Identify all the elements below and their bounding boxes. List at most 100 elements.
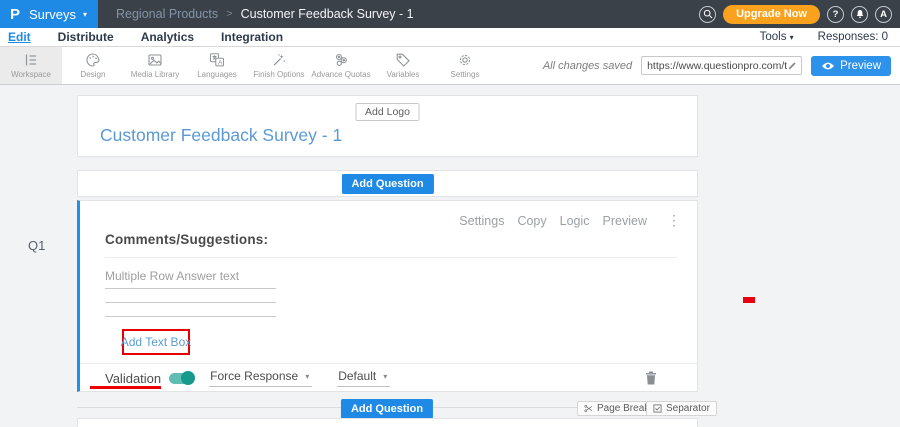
survey-title[interactable]: Customer Feedback Survey - 1 [100, 125, 342, 146]
questionpro-logo-icon: P [10, 7, 20, 22]
workspace-list-icon [23, 52, 39, 68]
validation-toggle[interactable] [169, 373, 194, 384]
palette-icon [85, 52, 101, 68]
question-text-underline [105, 257, 677, 258]
page-break-label: Page Break [597, 403, 649, 414]
breadcrumb: Regional Products > Customer Feedback Su… [116, 7, 414, 21]
separator-button[interactable]: Separator [646, 401, 717, 416]
toolbar-item-languages[interactable]: A Languages [186, 47, 248, 84]
magic-wand-icon [271, 52, 287, 68]
add-question-strip: Add Question [77, 170, 698, 197]
toolbar-item-label: Design [81, 70, 106, 79]
breadcrumb-folder[interactable]: Regional Products [116, 7, 218, 21]
question-copy-link[interactable]: Copy [517, 214, 546, 228]
force-response-value: Force Response [210, 369, 298, 383]
add-logo-button[interactable]: Add Logo [355, 103, 420, 121]
bell-icon [855, 9, 865, 19]
scissors-icon [584, 404, 593, 413]
toolbar-item-advance-quotas[interactable]: Advance Quotas [310, 47, 372, 84]
answer-row-line [105, 302, 276, 303]
toolbar-item-label: Settings [451, 70, 480, 79]
add-question-button-bottom[interactable]: Add Question [341, 399, 433, 419]
separator-label: Separator [666, 403, 710, 414]
translate-icon: A [209, 52, 225, 68]
toolbar-item-design[interactable]: Design [62, 47, 124, 84]
toolbar-item-media-library[interactable]: Media Library [124, 47, 186, 84]
toolbar-item-label: Workspace [11, 70, 51, 79]
add-text-box-link[interactable]: Add Text Box [121, 335, 192, 349]
annotation-red-underline [90, 386, 161, 389]
breadcrumb-separator-icon: > [226, 8, 232, 20]
question-logic-link[interactable]: Logic [560, 214, 590, 228]
survey-url-box [641, 56, 802, 75]
preview-label: Preview [840, 60, 881, 72]
chevron-down-icon: ▾ [790, 33, 794, 42]
validation-label: Validation [105, 371, 161, 386]
topbar-actions: Upgrade Now ? A [699, 5, 900, 24]
tools-label: Tools [760, 31, 787, 43]
image-icon [147, 52, 163, 68]
surveys-menu-label: Surveys [29, 7, 76, 22]
tab-analytics[interactable]: Analytics [141, 30, 194, 44]
quotas-gears-icon [333, 52, 349, 68]
search-button[interactable] [699, 6, 716, 23]
toolbar-item-settings[interactable]: Settings [434, 47, 496, 84]
svg-text:A: A [218, 59, 223, 66]
preview-button[interactable]: Preview [811, 56, 891, 76]
annotation-red-rectangle: Add Text Box [122, 329, 190, 355]
delete-question-button[interactable] [645, 371, 657, 388]
app-switcher[interactable]: P Surveys ▾ [0, 0, 98, 28]
upgrade-now-button[interactable]: Upgrade Now [723, 5, 820, 24]
question-footer-row: Validation Force Response ▾ Default ▾ [80, 364, 697, 392]
toggle-knob-icon [181, 371, 195, 385]
toolbar-item-workspace[interactable]: Workspace [0, 47, 62, 84]
chevron-down-icon: ▾ [383, 372, 387, 381]
question-card: Settings Copy Logic Preview ⋮ Comments/S… [77, 200, 698, 392]
toolbar-item-label: Advance Quotas [311, 70, 370, 79]
annotation-red-dash [743, 297, 755, 303]
toolbar-right: All changes saved Preview [543, 47, 900, 84]
add-question-button-top[interactable]: Add Question [341, 174, 433, 194]
toolbar-item-finish-options[interactable]: Finish Options [248, 47, 310, 84]
eye-icon [821, 61, 835, 71]
checkbox-checked-icon [653, 404, 662, 413]
tools-menu[interactable]: Tools ▾ [760, 31, 794, 43]
question-action-menu: Settings Copy Logic Preview ⋮ [459, 212, 681, 229]
default-validation-select[interactable]: Default ▾ [337, 369, 390, 387]
primary-nav: Edit Distribute Analytics Integration To… [0, 28, 900, 47]
answer-row-line [105, 288, 276, 289]
toolbar-item-label: Finish Options [253, 70, 304, 79]
multirow-answer-placeholder[interactable]: Multiple Row Answer text [105, 269, 239, 283]
question-settings-link[interactable]: Settings [459, 214, 504, 228]
nav-right: Tools ▾ Responses: 0 [760, 31, 900, 43]
notifications-button[interactable] [851, 6, 868, 23]
page-break-button[interactable]: Page Break [577, 401, 656, 416]
toolbar-item-variables[interactable]: Variables [372, 47, 434, 84]
tag-icon [395, 52, 411, 68]
pencil-edit-icon[interactable] [787, 61, 797, 71]
question-preview-link[interactable]: Preview [603, 214, 647, 228]
more-options-icon[interactable]: ⋮ [667, 212, 681, 229]
save-status: All changes saved [543, 60, 632, 72]
breadcrumb-survey-name: Customer Feedback Survey - 1 [241, 7, 414, 21]
default-value: Default [338, 369, 376, 383]
question-text[interactable]: Comments/Suggestions: [105, 232, 268, 247]
force-response-select[interactable]: Force Response ▾ [209, 369, 312, 387]
help-button[interactable]: ? [827, 6, 844, 23]
tab-distribute[interactable]: Distribute [58, 30, 114, 44]
tab-edit[interactable]: Edit [8, 30, 31, 44]
search-icon [703, 9, 713, 19]
survey-canvas: Add Logo Customer Feedback Survey - 1 Ad… [0, 85, 900, 425]
chevron-down-icon: ▾ [305, 372, 309, 381]
toolbar-item-label: Media Library [131, 70, 179, 79]
chevron-down-icon: ▾ [83, 10, 87, 19]
next-section-card-edge [77, 418, 698, 427]
answer-row-line [105, 316, 276, 317]
toolbar-item-label: Languages [197, 70, 237, 79]
trash-icon [645, 371, 657, 385]
account-avatar[interactable]: A [875, 6, 892, 23]
tab-integration[interactable]: Integration [221, 30, 283, 44]
survey-url-input[interactable] [647, 60, 787, 72]
edit-toolbar: Workspace Design Media Library A Languag… [0, 47, 900, 85]
responses-count[interactable]: Responses: 0 [818, 31, 888, 43]
